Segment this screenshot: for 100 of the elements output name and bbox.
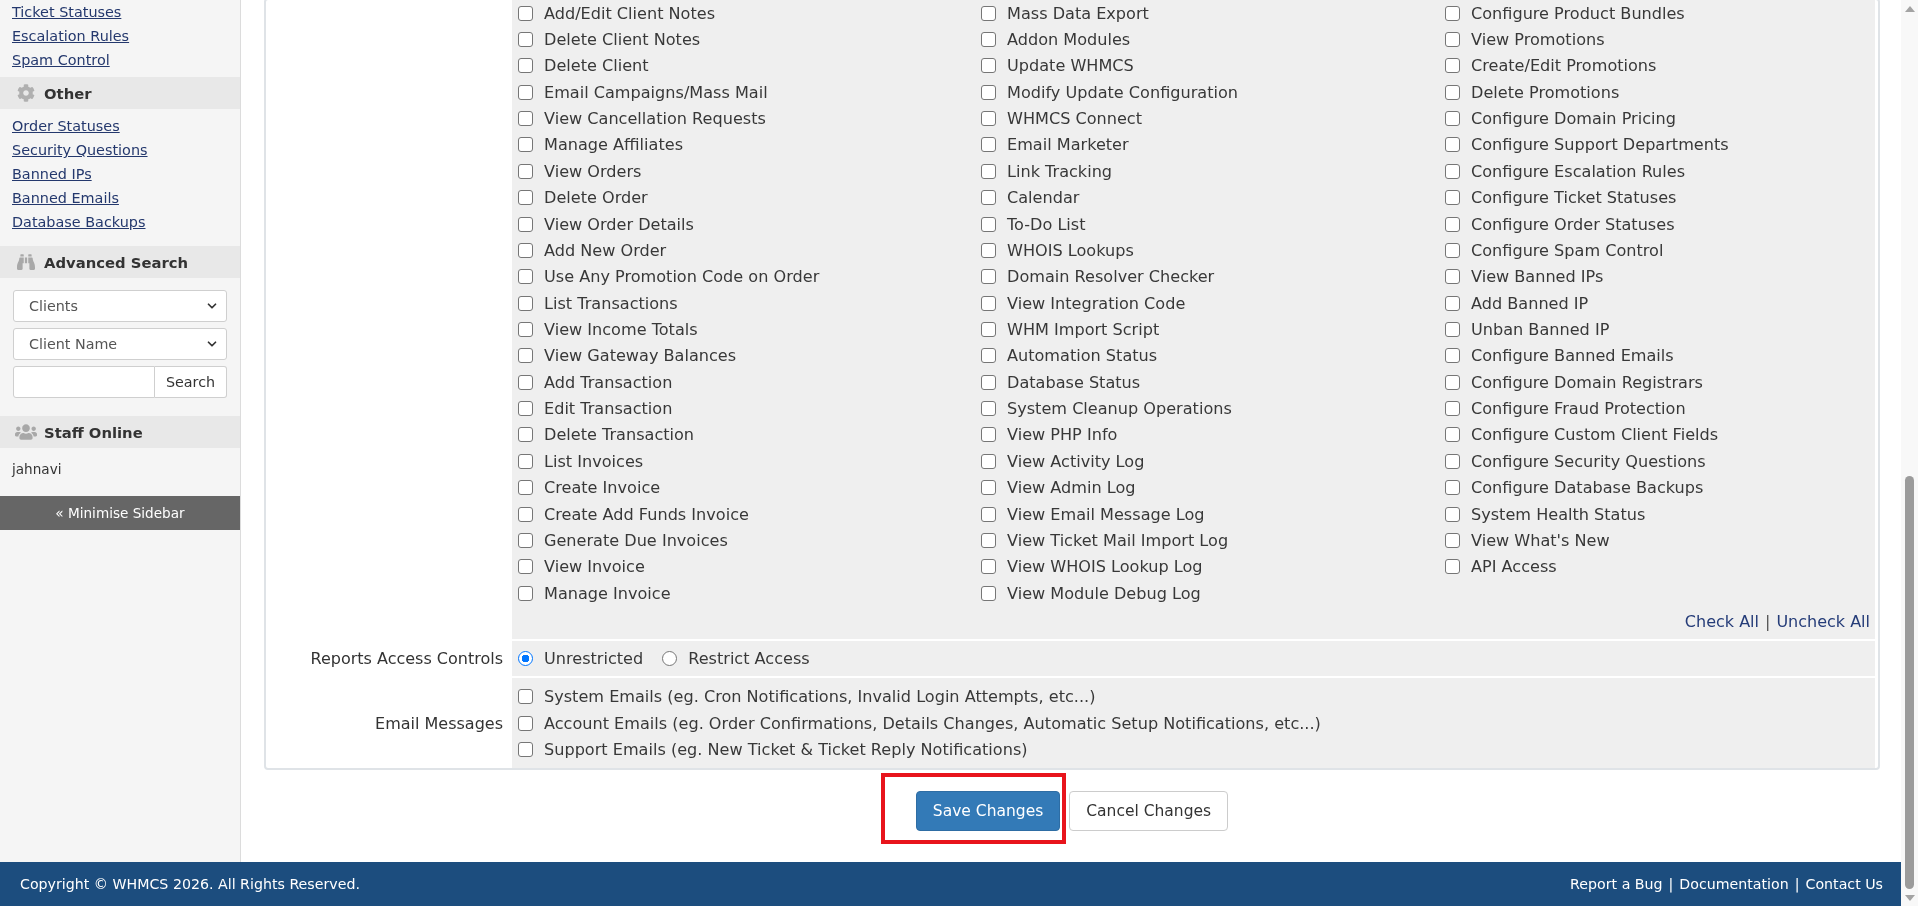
checkbox[interactable] xyxy=(981,111,996,127)
footer-link[interactable]: Documentation xyxy=(1679,876,1789,892)
checkbox[interactable] xyxy=(981,374,996,390)
checkbox[interactable] xyxy=(1445,32,1460,48)
sidebar-link[interactable]: Security Questions xyxy=(12,138,148,162)
checkbox[interactable] xyxy=(518,58,533,74)
sidebar-link[interactable]: Database Backups xyxy=(12,210,146,234)
checkbox[interactable] xyxy=(1445,559,1460,575)
checkbox[interactable] xyxy=(1445,295,1460,311)
checkbox[interactable] xyxy=(1445,242,1460,258)
checkbox[interactable] xyxy=(981,322,996,337)
checkbox[interactable] xyxy=(1445,163,1460,179)
checkbox[interactable] xyxy=(518,401,533,417)
save-button[interactable]: Save Changes xyxy=(915,790,1061,831)
checkbox[interactable] xyxy=(518,689,533,704)
checkbox[interactable] xyxy=(518,715,533,731)
checkbox[interactable] xyxy=(518,111,533,127)
checkbox[interactable] xyxy=(1445,348,1460,364)
checkbox[interactable] xyxy=(1445,506,1460,522)
sidebar-link[interactable]: Ticket Statuses xyxy=(12,0,122,24)
checkbox[interactable] xyxy=(981,453,996,469)
sidebar-link[interactable]: Banned Emails xyxy=(12,186,119,210)
checkbox[interactable] xyxy=(1445,480,1460,496)
minimise-sidebar-button[interactable]: « Minimise Sidebar xyxy=(0,496,240,530)
checkbox[interactable] xyxy=(1445,137,1460,153)
scrollbar[interactable] xyxy=(1901,0,1918,906)
checkbox[interactable] xyxy=(981,559,996,575)
checkbox[interactable] xyxy=(981,532,996,548)
checkbox[interactable] xyxy=(1445,269,1460,285)
checkbox[interactable] xyxy=(1445,190,1460,206)
checkbox[interactable] xyxy=(518,532,533,548)
footer-link[interactable]: Report a Bug xyxy=(1570,876,1663,892)
checkbox[interactable] xyxy=(518,506,533,522)
search-button[interactable]: Search xyxy=(155,366,227,398)
checkbox[interactable] xyxy=(518,322,533,337)
checkbox[interactable] xyxy=(518,163,533,179)
checkbox[interactable] xyxy=(518,32,533,48)
checkbox[interactable] xyxy=(1445,84,1460,100)
down-arrow-icon[interactable] xyxy=(1904,894,1915,901)
checkbox[interactable] xyxy=(518,374,533,390)
checkbox[interactable] xyxy=(981,242,996,258)
checkbox-label: Configure Security Questions xyxy=(1471,451,1706,471)
scrollbar-thumb[interactable] xyxy=(1905,476,1914,889)
check-link[interactable]: Check All xyxy=(1684,610,1759,633)
checkbox[interactable] xyxy=(518,559,533,575)
cancel-button[interactable]: Cancel Changes xyxy=(1069,790,1229,831)
select-field[interactable]: Clients xyxy=(13,290,227,322)
checkbox[interactable] xyxy=(518,295,533,311)
checkbox[interactable] xyxy=(1445,216,1460,232)
checkbox[interactable] xyxy=(1445,374,1460,390)
checkbox[interactable] xyxy=(981,269,996,285)
checkbox[interactable] xyxy=(518,190,533,206)
checkbox[interactable] xyxy=(1445,111,1460,127)
checkbox[interactable] xyxy=(1445,58,1460,74)
sidebar-link[interactable]: Order Statuses xyxy=(12,114,120,138)
footer-link[interactable]: Contact Us xyxy=(1805,876,1883,892)
checkbox[interactable] xyxy=(518,137,533,153)
checkbox[interactable] xyxy=(1445,453,1460,469)
checkbox-label: Email Marketer xyxy=(1007,135,1129,155)
checkbox[interactable] xyxy=(981,5,996,21)
radio-button[interactable] xyxy=(662,651,678,667)
checkbox[interactable] xyxy=(518,585,533,601)
checkbox[interactable] xyxy=(981,427,996,443)
checkbox[interactable] xyxy=(1445,401,1460,417)
checkbox[interactable] xyxy=(981,58,996,74)
sidebar-link[interactable]: Spam Control xyxy=(12,48,110,72)
checkbox[interactable] xyxy=(981,84,996,100)
select-field[interactable]: Client Name xyxy=(13,328,227,360)
checkbox[interactable] xyxy=(1445,427,1460,443)
up-arrow-icon[interactable] xyxy=(1904,5,1915,12)
checkbox[interactable] xyxy=(518,453,533,469)
checkbox[interactable] xyxy=(981,163,996,179)
checkbox[interactable] xyxy=(518,84,533,100)
checkbox[interactable] xyxy=(518,742,533,757)
checkbox[interactable] xyxy=(1445,5,1460,21)
checkbox[interactable] xyxy=(981,506,996,522)
sidebar-link[interactable]: Escalation Rules xyxy=(12,24,130,48)
checkbox[interactable] xyxy=(518,427,533,443)
checkbox[interactable] xyxy=(981,32,996,48)
checkbox[interactable] xyxy=(981,137,996,153)
checkbox[interactable] xyxy=(981,585,996,601)
checkbox[interactable] xyxy=(518,269,533,285)
checkbox[interactable] xyxy=(981,216,996,232)
checkbox[interactable] xyxy=(518,242,533,258)
checkbox[interactable] xyxy=(981,190,996,206)
checkbox[interactable] xyxy=(518,348,533,364)
checkbox[interactable] xyxy=(1445,532,1460,548)
search-field[interactable] xyxy=(13,366,155,398)
sidebar-link[interactable]: Banned IPs xyxy=(12,162,92,186)
checkbox[interactable] xyxy=(518,5,533,21)
checkbox[interactable] xyxy=(518,216,533,232)
checkbox[interactable] xyxy=(981,480,996,496)
checkbox[interactable] xyxy=(981,295,996,311)
checkbox[interactable] xyxy=(981,401,996,417)
checkbox-label: WHM Import Script xyxy=(1007,320,1160,339)
checkbox[interactable] xyxy=(981,348,996,364)
checkbox[interactable] xyxy=(1445,322,1460,337)
radio-button[interactable] xyxy=(518,651,533,667)
check-link[interactable]: Uncheck All xyxy=(1776,610,1870,633)
checkbox[interactable] xyxy=(518,480,533,496)
